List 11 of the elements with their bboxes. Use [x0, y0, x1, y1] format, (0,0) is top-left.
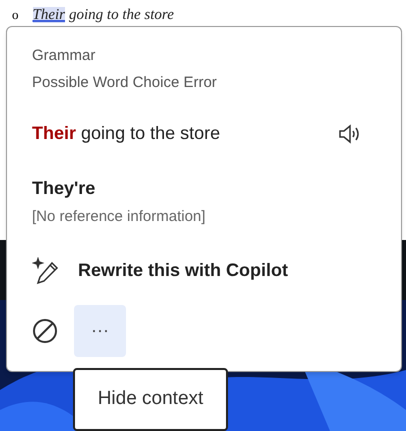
sparkle-pen-icon: [32, 256, 60, 284]
tooltip: Hide context: [73, 368, 228, 431]
category-label: Grammar: [32, 46, 96, 66]
flagged-sentence: Their going to the store: [32, 122, 220, 145]
suggestion-option[interactable]: They're [No reference information]: [32, 175, 376, 228]
copilot-rewrite-button[interactable]: Rewrite this with Copilot: [32, 256, 288, 284]
more-options-button[interactable]: ···: [74, 304, 126, 356]
list-bullet: o: [12, 6, 18, 24]
document-text: Their going to the store: [32, 6, 175, 25]
ignore-icon[interactable]: [32, 318, 58, 344]
issue-label: Possible Word Choice Error: [32, 72, 218, 92]
